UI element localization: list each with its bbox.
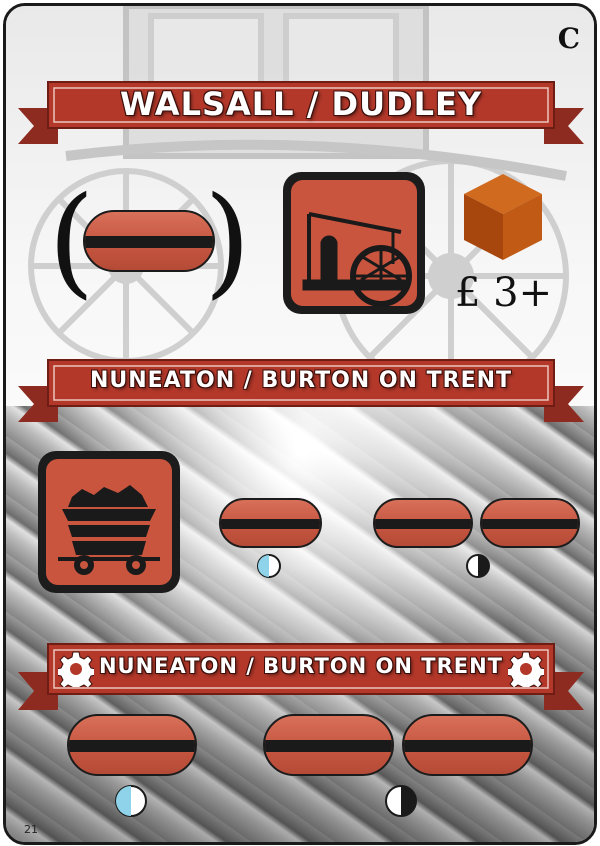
- banner-title: NUNEATON / BURTON ON TRENT: [89, 368, 513, 393]
- link-bottom-1: [67, 714, 197, 776]
- price-label: £ 3+: [455, 270, 553, 316]
- page-number: 21: [24, 823, 38, 836]
- card-letter: C: [557, 22, 580, 55]
- banner-nuneaton-burton-2: NUNEATON / BURTON ON TRENT: [18, 638, 584, 714]
- link-middle-2b: [480, 498, 580, 548]
- optional-link: [83, 210, 215, 272]
- link-bottom-2a: [263, 714, 394, 776]
- industry-tile-coal-mine: [38, 451, 180, 593]
- link-middle-2a: [373, 498, 473, 548]
- engine-icon: [302, 212, 412, 307]
- era-marker-black: [466, 554, 490, 578]
- link-bottom-2b: [402, 714, 533, 776]
- industry-tile-engine: [283, 172, 425, 314]
- era-marker-light-blue: [115, 785, 147, 817]
- era-marker-black: [385, 785, 417, 817]
- cube-icon: [464, 174, 542, 260]
- era-marker-light-blue: [257, 554, 281, 578]
- banner-title: NUNEATON / BURTON ON TRENT: [98, 654, 504, 678]
- link-middle-1: [219, 498, 322, 548]
- coal-cart-icon: [58, 485, 160, 575]
- banner-walsall-dudley: WALSALL / DUDLEY: [18, 78, 584, 148]
- banner-title: WALSALL / DUDLEY: [119, 85, 483, 123]
- banner-nuneaton-burton-1: NUNEATON / BURTON ON TRENT: [18, 354, 584, 424]
